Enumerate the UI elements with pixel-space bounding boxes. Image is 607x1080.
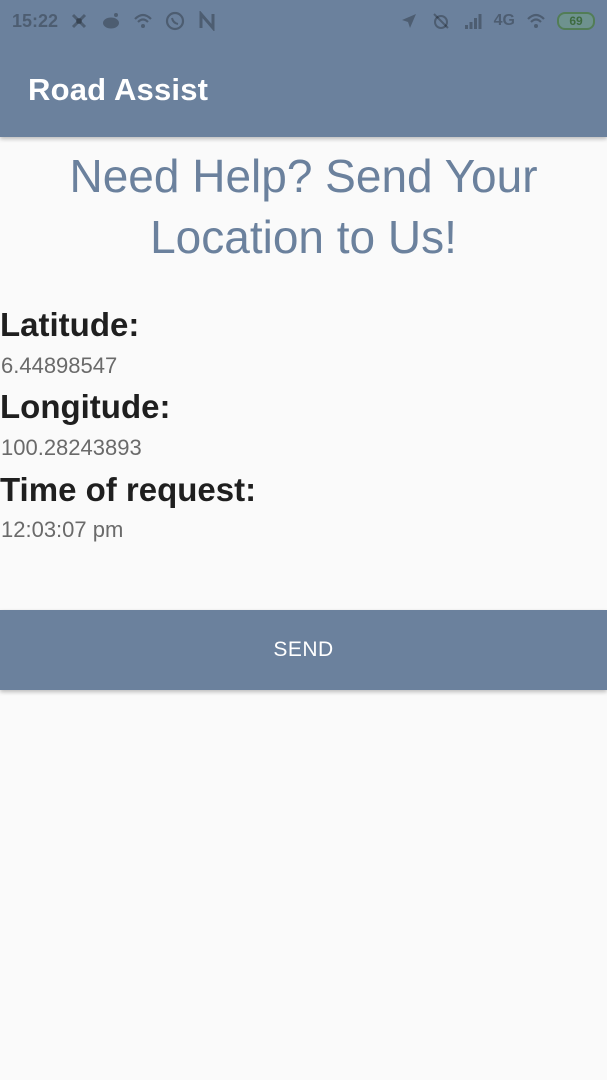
headline-line-2: Location to Us!	[150, 211, 457, 263]
status-time: 15:22	[12, 10, 59, 31]
app-title: Road Assist	[28, 72, 209, 107]
status-bar-left: 15:22	[12, 10, 218, 32]
battery-icon: 69	[557, 12, 595, 30]
page-headline: Need Help? Send Your Location to Us!	[0, 146, 607, 268]
latitude-label: Latitude:	[0, 306, 140, 343]
app-bar: 15:22 4G 69 Road Assist	[0, 0, 607, 137]
battery-level: 69	[569, 14, 583, 28]
notification-icon	[68, 10, 90, 32]
longitude-value: 100.28243893	[1, 435, 142, 460]
headline-line-1: Need Help? Send Your	[69, 150, 538, 202]
status-bar: 15:22 4G 69	[0, 0, 607, 44]
alarm-off-icon	[430, 10, 452, 32]
time-of-request-value: 12:03:07 pm	[1, 517, 124, 542]
n-icon	[196, 10, 218, 32]
whatsapp-icon	[164, 10, 186, 32]
network-type: 4G	[493, 12, 515, 29]
time-of-request-label: Time of request:	[0, 471, 257, 508]
location-icon	[398, 10, 420, 32]
wifi-icon	[525, 10, 547, 32]
signal-icon	[462, 10, 484, 32]
reddit-icon	[100, 10, 122, 32]
status-bar-right: 4G 69	[398, 10, 595, 32]
latitude-value: 6.44898547	[1, 353, 118, 378]
wifi-icon	[132, 10, 154, 32]
send-button[interactable]: SEND	[0, 610, 607, 690]
longitude-label: Longitude:	[0, 388, 171, 425]
